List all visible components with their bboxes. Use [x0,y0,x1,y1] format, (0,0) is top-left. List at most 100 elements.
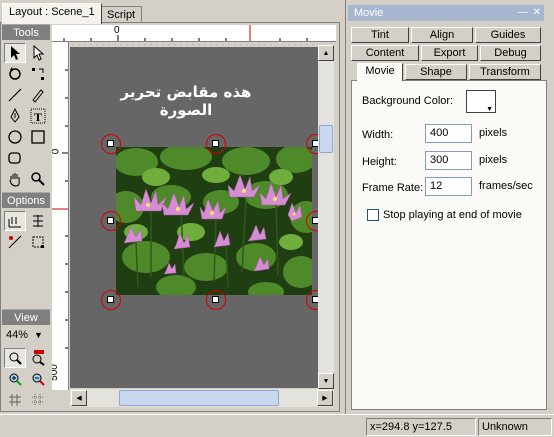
vertical-scrollbar[interactable]: ▲ ▼ [318,45,334,389]
document-size: Unknown Size [478,418,552,436]
scroll-up-button[interactable]: ▲ [318,45,334,61]
tab-script[interactable]: Script [100,6,143,23]
close-icon[interactable]: ✕ [533,5,541,21]
rounded-rect-icon[interactable] [4,148,26,168]
water-lily-image[interactable] [116,147,312,295]
horizontal-ruler-ticks [63,25,308,41]
tab-layout-scene[interactable]: Layout : Scene_1 [2,3,102,24]
placeholder-icon[interactable] [27,148,49,168]
options-grid [2,208,50,255]
zoom-out-icon[interactable] [27,369,49,389]
handle-ring-bottom-left [101,290,121,310]
tab-transform[interactable]: Transform [469,64,541,80]
movie-stage[interactable]: هذه مقابض تحرير الصورة [70,47,332,388]
horizontal-ruler: 0 [52,25,336,42]
svg-text:T: T [34,110,42,124]
tab-guides[interactable]: Guides [475,27,541,43]
vertical-ruler: 0 500 [52,42,69,390]
pencil-icon[interactable] [27,85,49,105]
toolbox-spacer [2,255,50,309]
arrow-up-icon: ▲ [322,49,330,57]
line-icon[interactable] [4,85,26,105]
scroll-left-button[interactable]: ◀ [71,390,87,406]
width-label: Width: [362,129,394,141]
hand-icon[interactable] [4,169,26,189]
toolbox: Tools T Options View 44% ▼ [2,24,50,410]
panel-title-bar: Movie — ✕ [348,5,544,21]
transform-icon[interactable] [4,64,26,84]
scroll-right-button[interactable]: ▶ [317,390,333,406]
background-color-label: Background Color: [362,95,454,107]
handle-ring-middle-left [101,211,121,231]
height-unit: pixels [479,154,508,166]
panel-title: Movie [354,7,384,19]
frame-rate-unit: frames/sec [479,180,533,192]
options-header: Options [2,192,50,208]
zoom-100-icon[interactable] [27,348,49,368]
swatch-dropdown-icon: ▼ [486,106,493,113]
height-input[interactable]: 300 [425,151,472,170]
width-unit: pixels [479,127,508,139]
horizontal-scroll-thumb[interactable] [119,390,279,406]
arrow-left-icon: ◀ [76,395,82,402]
arrow-down-icon: ▼ [322,377,330,385]
zoom-fit-icon[interactable] [4,348,26,368]
arrow-right-icon: ▶ [322,395,328,402]
view-header: View [2,309,50,325]
ruler-top-label-0: 0 [114,25,120,36]
vertical-scroll-thumb[interactable] [319,125,333,153]
canvas-area[interactable]: هذه مقابض تحرير الصورة [70,42,332,388]
handle-ring-top-center [206,134,226,154]
handle-ring-bottom-center [206,290,226,310]
document-tab-bar: Layout : Scene_1 Script [0,0,345,24]
snap-to-grid-icon[interactable] [4,211,26,231]
stop-playing-label: Stop playing at end of movie [383,209,522,221]
tab-export[interactable]: Export [421,45,478,61]
rectangle-icon[interactable] [27,127,49,147]
stop-playing-checkbox[interactable] [367,209,379,221]
envelope-icon[interactable] [4,232,26,252]
tab-tint[interactable]: Tint [351,27,409,43]
height-label: Height: [362,156,397,168]
show-grid-icon[interactable] [4,390,26,410]
width-input[interactable]: 400 [425,124,472,143]
tab-align[interactable]: Align [411,27,473,43]
distort-icon[interactable] [27,211,49,231]
properties-panel: Movie — ✕ Tint Align Guides Content Expo… [345,0,554,414]
status-bar: x=294.8 y=127.5 Unknown Size [0,414,554,437]
minimize-icon[interactable]: — [518,5,528,21]
zoom-level-value: 44% [6,329,29,341]
ellipse-icon[interactable] [4,127,26,147]
snap-icon[interactable] [27,390,49,410]
subselect-arrow-icon[interactable] [27,43,49,63]
frame-rate-label: Frame Rate: [362,182,424,194]
scroll-down-button[interactable]: ▼ [318,373,334,389]
water-lily-photo [116,147,312,295]
arrow-select-icon[interactable] [4,43,26,63]
tools-grid: T [2,40,50,192]
movie-settings: Background Color: ▼ Width: 400 pixels He… [351,80,547,410]
cursor-coordinates: x=294.8 y=127.5 [366,418,476,436]
horizontal-scrollbar[interactable]: ◀ ▶ [70,389,334,407]
ruler-left-label-500: 500 [52,364,60,381]
tab-debug[interactable]: Debug [480,45,541,61]
tab-shape[interactable]: Shape [405,64,467,80]
zoom-icon[interactable] [27,169,49,189]
handle-ring-top-left [101,134,121,154]
vertical-ruler-ticks [52,69,68,349]
zoom-in-icon[interactable] [4,369,26,389]
reshape-icon[interactable] [27,64,49,84]
tab-content[interactable]: Content [351,45,419,61]
text-icon[interactable]: T [27,106,49,126]
tools-header: Tools [2,24,50,40]
stage-title-text: هذه مقابض تحرير الصورة [120,83,252,119]
free-transform-icon[interactable] [27,232,49,252]
zoom-level-dropdown[interactable]: 44% ▼ [2,325,50,345]
chevron-down-icon: ▼ [34,330,43,340]
background-color-swatch[interactable]: ▼ [466,90,496,113]
tab-movie[interactable]: Movie [357,63,403,81]
ruler-left-label-0: 0 [52,149,61,155]
view-grid [2,345,50,413]
frame-rate-input[interactable]: 12 [425,177,472,196]
pen-icon[interactable] [4,106,26,126]
